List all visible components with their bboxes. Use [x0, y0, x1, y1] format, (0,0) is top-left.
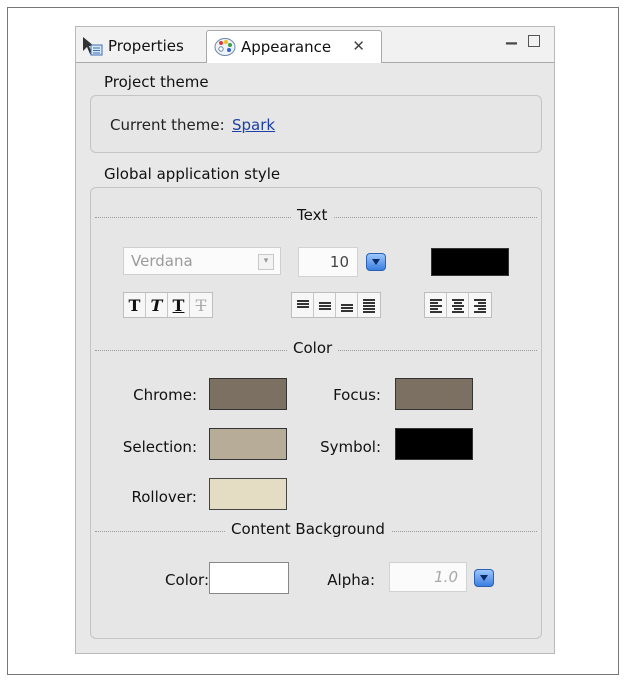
- content-bg-section-label: Content Background: [225, 520, 391, 538]
- alpha-field[interactable]: 1.0: [389, 562, 467, 592]
- chrome-color-swatch[interactable]: [209, 378, 287, 410]
- text-color-swatch[interactable]: [431, 248, 509, 276]
- global-style-title: Global application style: [104, 165, 281, 183]
- selection-color-swatch[interactable]: [209, 428, 287, 460]
- font-style-buttons: T T T T: [123, 292, 213, 318]
- focus-color-swatch[interactable]: [395, 378, 473, 410]
- focus-label: Focus:: [333, 386, 381, 404]
- align-middle-icon: [318, 299, 331, 311]
- align-justify-vertical-button[interactable]: [358, 293, 380, 317]
- alpha-stepper[interactable]: [474, 569, 494, 587]
- font-size-stepper[interactable]: [366, 253, 386, 271]
- align-left-button[interactable]: [425, 293, 447, 317]
- tab-bar: Properties Appearance ✕ ▁: [76, 27, 554, 63]
- align-center-button[interactable]: [447, 293, 469, 317]
- close-icon[interactable]: ✕: [352, 37, 365, 55]
- italic-button[interactable]: T: [146, 293, 168, 317]
- text-align-buttons: [424, 292, 492, 318]
- align-right-icon: [474, 299, 486, 313]
- tab-appearance[interactable]: Appearance ✕: [206, 30, 382, 63]
- strikethrough-button[interactable]: T: [190, 293, 212, 317]
- underline-button[interactable]: T: [168, 293, 190, 317]
- align-bottom-button[interactable]: [336, 293, 358, 317]
- align-middle-button[interactable]: [314, 293, 336, 317]
- minimize-icon[interactable]: ▁: [506, 29, 517, 45]
- maximize-icon[interactable]: [528, 35, 540, 47]
- font-family-value: Verdana: [131, 252, 193, 270]
- current-theme-label: Current theme:: [110, 116, 225, 134]
- symbol-label: Symbol:: [320, 438, 381, 456]
- align-right-button[interactable]: [469, 293, 491, 317]
- align-top-icon: [296, 299, 309, 311]
- font-size-field[interactable]: 10: [298, 247, 358, 277]
- color-section-label: Color: [287, 339, 339, 357]
- align-left-icon: [429, 299, 442, 313]
- appearance-view: Properties Appearance ✕ ▁ Project theme …: [75, 26, 555, 654]
- content-color-label: Color:: [165, 571, 209, 589]
- rollover-color-swatch[interactable]: [209, 478, 287, 510]
- align-top-button[interactable]: [292, 293, 314, 317]
- symbol-color-swatch[interactable]: [395, 428, 473, 460]
- palette-icon: [214, 38, 236, 56]
- project-theme-title: Project theme: [104, 73, 209, 91]
- chrome-label: Chrome:: [133, 386, 197, 404]
- rollover-label: Rollover:: [131, 488, 197, 506]
- line-align-buttons: [291, 292, 381, 318]
- align-center-icon: [451, 299, 464, 313]
- justify-icon: [363, 299, 375, 313]
- tab-properties[interactable]: Properties: [80, 30, 206, 61]
- align-bottom-icon: [340, 299, 353, 312]
- content-color-swatch[interactable]: [209, 562, 289, 594]
- project-theme-group: Current theme: Spark: [90, 95, 542, 153]
- chevron-down-icon[interactable]: ▾: [258, 254, 274, 270]
- font-family-combo[interactable]: Verdana ▾: [123, 247, 281, 275]
- tab-properties-label: Properties: [108, 36, 184, 55]
- global-style-group: Text Verdana ▾ 10 T T T T Color Chrome: …: [90, 187, 542, 639]
- bold-button[interactable]: T: [124, 293, 146, 317]
- alpha-label: Alpha:: [327, 571, 375, 589]
- selection-label: Selection:: [122, 438, 197, 456]
- tab-appearance-label: Appearance: [241, 38, 332, 56]
- text-section-label: Text: [291, 206, 334, 224]
- properties-icon: [83, 36, 103, 55]
- current-theme-link[interactable]: Spark: [232, 116, 275, 134]
